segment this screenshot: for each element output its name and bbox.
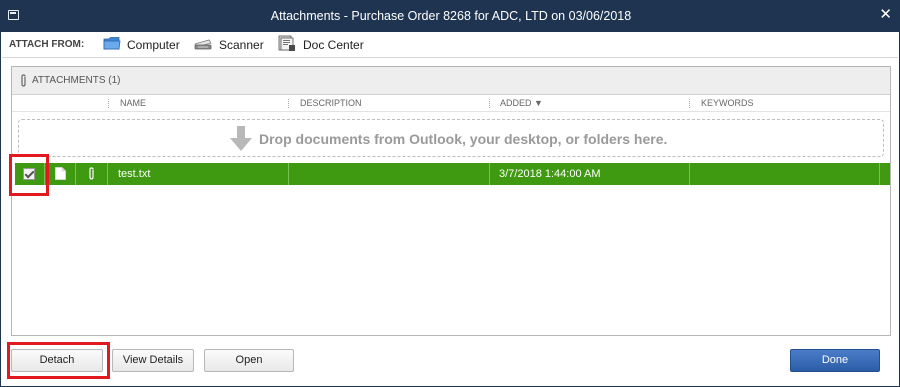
column-header-row: NAME DESCRIPTION ADDED ▼ KEYWORDS xyxy=(12,95,890,112)
document-icon xyxy=(55,167,66,183)
column-keywords[interactable]: KEYWORDS xyxy=(701,98,754,108)
attach-from-scanner-label: Scanner xyxy=(219,38,264,52)
title-bar: Attachments - Purchase Order 8268 for AD… xyxy=(1,1,900,32)
name-cell: test.txt xyxy=(108,163,289,185)
attachments-dialog: Attachments - Purchase Order 8268 for AD… xyxy=(0,0,900,387)
description-cell xyxy=(289,163,490,185)
attach-from-doc-center-button[interactable]: Doc Center xyxy=(277,35,364,55)
attach-from-computer-button[interactable]: Computer xyxy=(103,35,180,55)
paperclip-icon xyxy=(19,74,28,90)
drop-zone[interactable]: Drop documents from Outlook, your deskto… xyxy=(18,119,884,157)
open-button[interactable]: Open xyxy=(204,349,294,372)
table-row[interactable]: test.txt 3/7/2018 1:44:00 AM xyxy=(15,163,890,185)
paperclip-icon xyxy=(87,167,96,183)
attach-from-label: ATTACH FROM: xyxy=(9,39,85,50)
column-separator xyxy=(689,99,690,108)
attach-from-scanner-button[interactable]: Scanner xyxy=(193,35,264,55)
checkbox-cell xyxy=(15,163,45,185)
row-checkbox[interactable] xyxy=(23,168,35,180)
column-name[interactable]: NAME xyxy=(120,98,146,108)
detach-button[interactable]: Detach xyxy=(11,349,103,372)
attach-from-bar: ATTACH FROM: Computer Scanner Doc Center xyxy=(2,32,898,58)
attachments-count-title: ATTACHMENTS (1) xyxy=(32,75,121,86)
column-added[interactable]: ADDED ▼ xyxy=(500,98,543,108)
attach-from-doc-center-label: Doc Center xyxy=(303,38,364,52)
attachment-added-date: 3/7/2018 1:44:00 AM xyxy=(499,168,601,180)
attachment-icon-cell xyxy=(76,163,108,185)
attachments-header: ATTACHMENTS (1) xyxy=(12,67,890,95)
scanner-icon xyxy=(193,36,213,54)
column-separator xyxy=(108,99,109,108)
drop-zone-text: Drop documents from Outlook, your deskto… xyxy=(259,131,668,147)
done-button[interactable]: Done xyxy=(790,349,880,372)
attachments-panel: ATTACHMENTS (1) NAME DESCRIPTION ADDED ▼… xyxy=(11,66,891,336)
view-details-button[interactable]: View Details xyxy=(112,349,194,372)
doc-center-icon xyxy=(277,35,297,55)
window-title: Attachments - Purchase Order 8268 for AD… xyxy=(270,9,632,23)
down-arrow-icon xyxy=(229,126,253,155)
column-separator xyxy=(489,99,490,108)
file-icon-cell xyxy=(45,163,76,185)
column-description[interactable]: DESCRIPTION xyxy=(300,98,362,108)
attachment-name: test.txt xyxy=(118,168,151,180)
attach-from-computer-label: Computer xyxy=(127,38,180,52)
keywords-cell xyxy=(690,163,880,185)
folder-icon xyxy=(103,36,121,54)
close-icon[interactable]: ✕ xyxy=(879,7,892,23)
added-cell: 3/7/2018 1:44:00 AM xyxy=(490,163,690,185)
column-separator xyxy=(288,99,289,108)
